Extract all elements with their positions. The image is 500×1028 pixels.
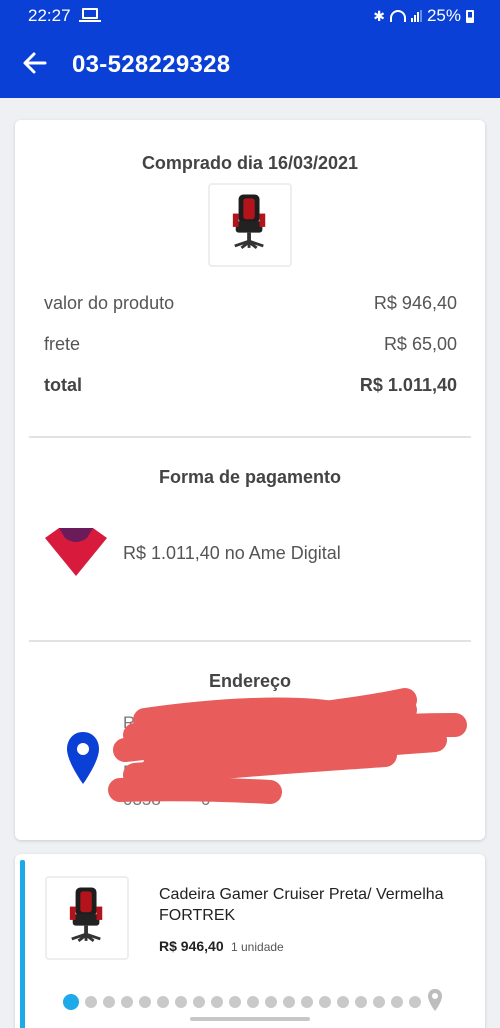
tracking-step-dot — [211, 996, 223, 1008]
total-amount: R$ 1.011,40 — [359, 375, 457, 395]
tracking-step-dot — [103, 996, 115, 1008]
battery-icon — [466, 9, 474, 23]
tracking-step-dot — [139, 996, 151, 1008]
tracking-step-dot — [337, 996, 349, 1008]
tracking-step-dot — [121, 996, 133, 1008]
tracking-step-dot — [175, 996, 187, 1008]
total-row: total R$ 1.011,40 — [44, 375, 457, 396]
tracking-progress — [63, 994, 421, 1010]
order-item-card[interactable]: Cadeira Gamer Cruiser Preta/ Vermelha FO… — [15, 854, 485, 1028]
item-accent-bar — [20, 860, 25, 1028]
divider — [29, 640, 471, 642]
status-bar: 22:27 ✱ 25% — [0, 0, 500, 30]
tracking-step-dot — [229, 996, 241, 1008]
tracking-step-dot — [355, 996, 367, 1008]
tracking-step-dot — [283, 996, 295, 1008]
item-thumbnail[interactable] — [45, 876, 129, 960]
shipping-label: frete — [44, 334, 81, 354]
battery-percent: 25% — [426, 6, 461, 25]
item-name: Cadeira Gamer Cruiser Preta/ Vermelha FO… — [159, 886, 444, 924]
tracking-step-dot — [301, 996, 313, 1008]
tracking-step-dot — [265, 996, 277, 1008]
order-number-title: 03-528229328 — [72, 51, 231, 78]
gaming-chair-image — [232, 194, 266, 249]
tracking-step-dot — [373, 996, 385, 1008]
redaction-scribble — [108, 688, 467, 804]
total-label: total — [44, 375, 82, 395]
tracking-step-dot — [63, 994, 79, 1010]
product-value-amount: R$ 946,40 — [373, 293, 457, 313]
destination-pin-icon — [428, 989, 442, 1011]
payment-method-title: Forma de pagamento — [158, 467, 342, 487]
tracking-step-dot — [247, 996, 259, 1008]
back-arrow-icon[interactable] — [20, 48, 50, 78]
signal-icon — [410, 10, 422, 22]
laptop-icon — [79, 8, 101, 22]
item-quantity: 1 unidade — [231, 940, 284, 954]
divider — [29, 436, 471, 438]
tracking-step-dot — [85, 996, 97, 1008]
tracking-step-dot — [157, 996, 169, 1008]
purchase-date-title: Comprado dia 16/03/2021 — [141, 153, 359, 173]
shipping-amount: R$ 65,00 — [383, 334, 457, 354]
payment-description: R$ 1.011,40 no Ame Digital — [123, 543, 341, 563]
tracking-step-dot — [409, 996, 421, 1008]
bluetooth-icon: ✱ — [373, 7, 385, 24]
wifi-icon — [389, 10, 406, 22]
gesture-nav-bar[interactable] — [190, 1017, 310, 1021]
product-thumbnail[interactable] — [208, 183, 292, 267]
ame-digital-logo-icon — [45, 528, 107, 576]
item-price: R$ 946,40 — [159, 938, 224, 954]
gaming-chair-image — [69, 887, 103, 942]
tracking-step-dot — [319, 996, 331, 1008]
product-value-label: valor do produto — [44, 293, 175, 313]
app-bar: 03-528229328 — [0, 30, 500, 98]
shipping-row: frete R$ 65,00 — [44, 334, 457, 355]
status-time: 22:27 — [28, 6, 71, 25]
tracking-step-dot — [391, 996, 403, 1008]
tracking-step-dot — [193, 996, 205, 1008]
order-details-card: Comprado dia 16/03/2021 valor do produto… — [15, 120, 485, 840]
product-value-row: valor do produto R$ 946,40 — [44, 293, 457, 314]
